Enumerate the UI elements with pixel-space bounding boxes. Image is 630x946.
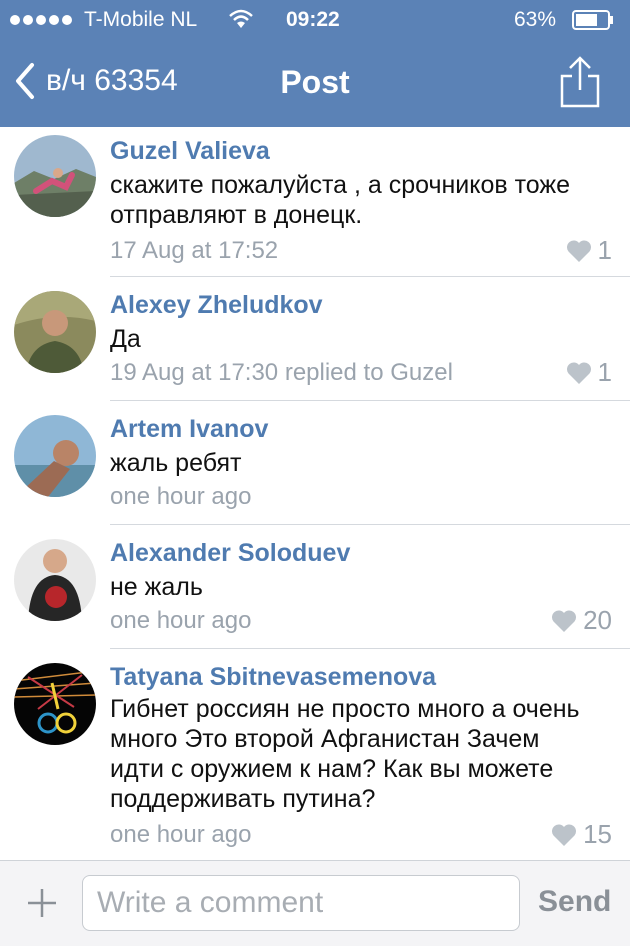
battery-icon xyxy=(572,10,613,30)
comment-item[interactable]: Alexey Zheludkov Да 19 Aug at 17:30 repl… xyxy=(0,277,630,401)
like-button[interactable]: 20 xyxy=(551,605,612,636)
status-bar: T-Mobile NL 09:22 63% xyxy=(0,0,630,42)
comment-item[interactable]: Alexander Soloduev не жаль one hour ago … xyxy=(0,525,630,649)
signal-strength-icon xyxy=(10,15,72,25)
heart-icon xyxy=(566,239,591,262)
comment-text: Гибнет россиян не просто много а очень м… xyxy=(110,695,580,813)
comment-input[interactable] xyxy=(82,875,520,931)
navigation-bar: в/ч 63354 Post xyxy=(0,42,630,127)
like-button[interactable]: 1 xyxy=(566,235,612,266)
comment-timestamp: 17 Aug at 17:52 xyxy=(110,237,279,264)
comment-timestamp: one hour ago xyxy=(110,607,252,634)
clock: 09:22 xyxy=(286,8,340,31)
avatar[interactable] xyxy=(14,663,96,745)
avatar[interactable] xyxy=(14,135,96,217)
comment-author[interactable]: Artem Ivanov xyxy=(110,415,268,444)
comment-timestamp: one hour ago xyxy=(110,483,252,510)
comment-text: Да xyxy=(110,325,141,353)
comment-author[interactable]: Alexey Zheludkov xyxy=(110,291,323,320)
plus-icon[interactable] xyxy=(22,883,62,923)
comment-text: скажите пожалуйста , а срочников тоже от… xyxy=(110,171,571,229)
like-count: 1 xyxy=(597,235,612,265)
comment-author[interactable]: Alexander Soloduev xyxy=(110,539,350,568)
avatar[interactable] xyxy=(14,291,96,373)
heart-icon xyxy=(566,361,591,384)
comment-text: не жаль xyxy=(110,573,203,601)
battery-percent: 63% xyxy=(514,8,557,31)
comment-list: Guzel Valieva скажите пожалуйста , а сро… xyxy=(0,127,630,857)
comment-author[interactable]: Tatyana Sbitnevasemenova xyxy=(110,663,436,692)
comment-timestamp: one hour ago xyxy=(110,821,252,848)
comment-author[interactable]: Guzel Valieva xyxy=(110,137,270,166)
avatar[interactable] xyxy=(14,415,96,497)
avatar[interactable] xyxy=(14,539,96,621)
comment-item[interactable]: Artem Ivanov жаль ребят one hour ago xyxy=(0,401,630,525)
app-header: T-Mobile NL 09:22 63% в/ч 63354 Post xyxy=(0,0,630,127)
share-icon[interactable] xyxy=(556,54,604,110)
comment-timestamp: 19 Aug at 17:30 replied to Guzel xyxy=(110,359,453,386)
heart-icon xyxy=(552,609,577,632)
like-count: 20 xyxy=(583,605,612,635)
like-count: 15 xyxy=(583,819,612,849)
comment-item[interactable]: Tatyana Sbitnevasemenova Гибнет россиян … xyxy=(0,649,630,857)
carrier-name: T-Mobile NL xyxy=(84,8,198,31)
comment-text: жаль ребят xyxy=(110,449,242,477)
page-title: Post xyxy=(280,64,350,100)
like-button[interactable]: 15 xyxy=(551,819,612,850)
comment-composer: Send xyxy=(0,860,630,946)
like-button[interactable]: 1 xyxy=(566,357,612,388)
send-button[interactable]: Send xyxy=(538,885,611,919)
wifi-icon xyxy=(229,9,253,28)
comment-item[interactable]: Guzel Valieva скажите пожалуйста , а сро… xyxy=(0,127,630,277)
like-count: 1 xyxy=(597,357,612,387)
heart-icon xyxy=(552,823,577,846)
